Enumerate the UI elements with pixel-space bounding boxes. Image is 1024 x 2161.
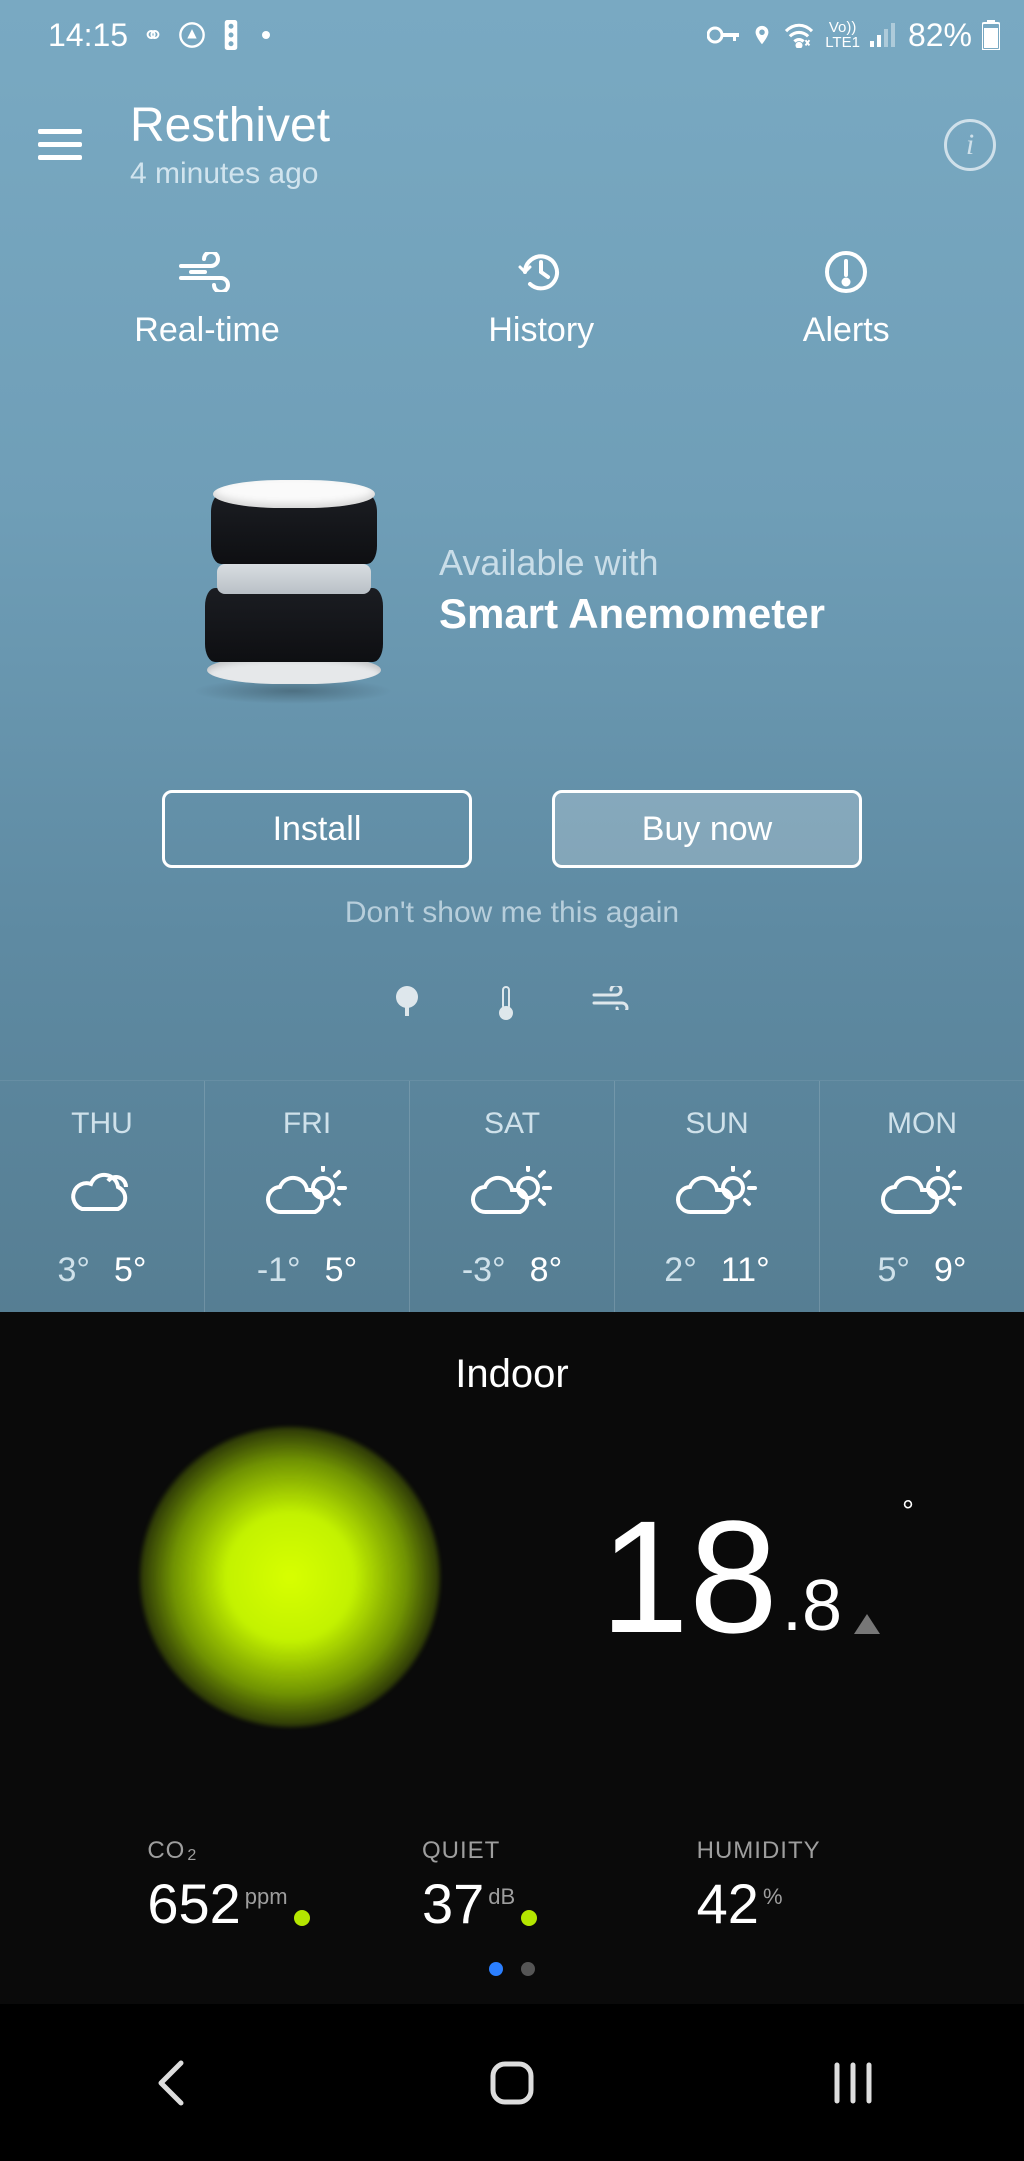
forecast-day-sat[interactable]: SAT -3°8° bbox=[410, 1081, 615, 1312]
dot-icon bbox=[262, 31, 270, 39]
traffic-icon bbox=[220, 20, 242, 50]
partly-cloudy-icon bbox=[671, 1164, 763, 1228]
vpn-key-icon: ⚭ bbox=[142, 20, 164, 51]
air-quality-glow bbox=[140, 1427, 440, 1727]
battery-icon bbox=[982, 20, 1000, 50]
tree-icon[interactable] bbox=[394, 986, 420, 1025]
forecast-day-mon[interactable]: MON 5°9° bbox=[820, 1081, 1024, 1312]
anemometer-promo: Available with Smart Anemometer bbox=[0, 480, 1024, 700]
forecast-row: THU 3°5° FRI -1°5° SAT -3°8° bbox=[0, 1080, 1024, 1312]
outdoor-panel: Resthivet 4 minutes ago i Real-time Hist… bbox=[0, 70, 1024, 1312]
forecast-mode-toggles bbox=[0, 986, 1024, 1025]
dismiss-link[interactable]: Don't show me this again bbox=[0, 896, 1024, 930]
humidity-stat: HUMIDITY 42 % bbox=[697, 1837, 877, 1936]
feedback-icon bbox=[178, 21, 206, 49]
tab-label: History bbox=[488, 311, 594, 350]
signal-icon bbox=[870, 23, 898, 47]
page-dot bbox=[489, 1962, 503, 1976]
indoor-title: Indoor bbox=[0, 1352, 1024, 1397]
battery-percent: 82% bbox=[908, 17, 972, 54]
wind-small-icon[interactable] bbox=[592, 986, 630, 1025]
cloud-icon bbox=[62, 1164, 142, 1228]
partly-cloudy-icon bbox=[876, 1164, 968, 1228]
forecast-day-thu[interactable]: THU 3°5° bbox=[0, 1081, 205, 1312]
wifi-icon bbox=[783, 22, 815, 48]
status-time: 14:15 bbox=[48, 17, 128, 54]
station-title: Resthivet bbox=[130, 98, 330, 153]
tab-label: Alerts bbox=[803, 311, 890, 350]
status-dot-green bbox=[294, 1910, 310, 1926]
partly-cloudy-icon bbox=[466, 1164, 558, 1228]
menu-button[interactable] bbox=[38, 119, 90, 171]
page-dot bbox=[521, 1962, 535, 1976]
promo-line2: Smart Anemometer bbox=[439, 590, 825, 638]
buy-now-button[interactable]: Buy now bbox=[552, 790, 862, 868]
home-button[interactable] bbox=[452, 2043, 572, 2123]
last-update: 4 minutes ago bbox=[130, 157, 330, 191]
anemometer-image bbox=[199, 480, 389, 700]
tab-realtime[interactable]: Real-time bbox=[134, 251, 279, 350]
indoor-temperature: 18 .8 ° bbox=[600, 1497, 884, 1657]
promo-line1: Available with bbox=[439, 542, 825, 584]
system-nav-bar bbox=[0, 2004, 1024, 2161]
tab-alerts[interactable]: Alerts bbox=[803, 251, 890, 350]
wind-icon bbox=[177, 251, 237, 293]
network-label: Vo)) LTE1 bbox=[825, 20, 860, 50]
trend-up-icon bbox=[850, 1610, 884, 1643]
status-bar: 14:15 ⚭ Vo)) LTE1 82% bbox=[0, 0, 1024, 70]
partly-cloudy-icon bbox=[261, 1164, 353, 1228]
tab-history[interactable]: History bbox=[488, 251, 594, 350]
location-icon bbox=[751, 21, 773, 49]
key-icon bbox=[707, 24, 741, 46]
alert-icon bbox=[823, 251, 869, 293]
status-dot-green bbox=[521, 1910, 537, 1926]
thermometer-icon[interactable] bbox=[498, 986, 514, 1025]
forecast-day-sun[interactable]: SUN 2°11° bbox=[615, 1081, 820, 1312]
forecast-day-fri[interactable]: FRI -1°5° bbox=[205, 1081, 410, 1312]
info-button[interactable]: i bbox=[944, 119, 996, 171]
co2-stat: CO2 652 ppm bbox=[147, 1837, 327, 1936]
tab-label: Real-time bbox=[134, 311, 279, 350]
indoor-panel[interactable]: Indoor 18 .8 ° CO2 652 ppm bbox=[0, 1312, 1024, 2004]
noise-stat: QUIET 37 dB bbox=[422, 1837, 602, 1936]
install-button[interactable]: Install bbox=[162, 790, 472, 868]
history-icon bbox=[517, 251, 565, 293]
back-button[interactable] bbox=[111, 2043, 231, 2123]
page-indicator[interactable] bbox=[0, 1962, 1024, 1976]
recents-button[interactable] bbox=[793, 2043, 913, 2123]
